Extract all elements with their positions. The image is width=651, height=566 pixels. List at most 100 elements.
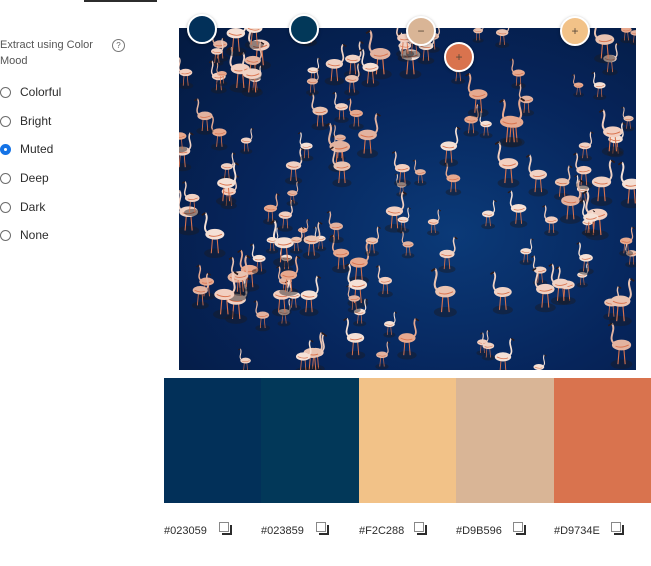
hex-code[interactable]: #F2C288 [359, 525, 404, 537]
flamingo [579, 199, 600, 237]
hex-code[interactable]: #D9734E [554, 525, 600, 537]
flamingo [494, 141, 520, 188]
flamingo [263, 193, 280, 225]
flamingo [391, 150, 411, 187]
mood-label: Dark [20, 200, 46, 214]
radio-bright[interactable] [0, 115, 11, 127]
color-picker-1[interactable] [187, 14, 217, 44]
flamingo [364, 226, 381, 257]
flamingo [590, 159, 616, 206]
flamingo [179, 57, 194, 90]
color-mood-title: Extract using Color Mood [0, 39, 93, 67]
flamingo [443, 162, 462, 196]
flamingo [494, 337, 515, 370]
flamingo [375, 341, 391, 370]
mood-label: Muted [20, 142, 54, 156]
hex-code[interactable]: #023859 [261, 525, 304, 537]
flamingo [571, 73, 584, 98]
flamingo [384, 191, 407, 233]
radio-dark[interactable] [0, 201, 11, 213]
flamingo [196, 264, 215, 301]
flamingo [598, 109, 624, 157]
flamingo [465, 72, 489, 118]
flamingo [249, 243, 267, 275]
color-swatch-1[interactable] [164, 378, 262, 503]
color-swatch-5[interactable] [554, 378, 651, 503]
mood-label: Deep [20, 171, 49, 185]
flamingo [332, 91, 349, 123]
flamingo [427, 209, 442, 236]
flamingo [553, 165, 573, 201]
flamingo [220, 152, 236, 182]
flamingo [201, 212, 226, 258]
color-picker-4[interactable]: + [444, 42, 474, 72]
radio-muted[interactable] [0, 143, 11, 155]
flamingo [347, 98, 364, 130]
flamingo [286, 181, 300, 207]
copy-icon[interactable] [513, 522, 526, 535]
flamingo [348, 241, 372, 285]
flamingo [179, 132, 188, 153]
flamingo [181, 181, 201, 217]
copy-icon[interactable] [611, 522, 624, 535]
flamingo [225, 28, 247, 57]
flamingo [525, 154, 549, 197]
color-swatch-4[interactable] [456, 378, 554, 503]
mood-option-none[interactable]: None [0, 227, 49, 243]
color-picker-3[interactable]: − [406, 16, 436, 46]
flamingo [240, 127, 254, 155]
flamingo [400, 231, 415, 259]
mood-option-muted[interactable]: Muted [0, 141, 53, 157]
flamingo [509, 58, 526, 89]
flamingo-flock-image [179, 28, 636, 370]
radio-none[interactable] [0, 229, 11, 241]
help-icon[interactable]: ? [112, 39, 125, 52]
flamingo [542, 205, 559, 237]
active-tab-indicator [84, 0, 157, 2]
mood-option-colorful[interactable]: Colorful [0, 84, 61, 100]
flamingo [375, 265, 393, 298]
mood-label: Bright [20, 114, 52, 128]
flamingo [326, 210, 344, 244]
flamingo [412, 159, 427, 186]
copy-icon[interactable] [316, 522, 329, 535]
color-picker-5[interactable]: + [560, 16, 590, 46]
flamingo [621, 106, 635, 132]
mood-label: Colorful [20, 85, 62, 99]
flamingo [365, 30, 392, 80]
flamingo [383, 311, 398, 338]
copy-icon[interactable] [219, 522, 232, 535]
flamingo [299, 275, 322, 317]
mood-option-bright[interactable]: Bright [0, 113, 51, 129]
hex-code[interactable]: #D9B596 [456, 525, 502, 537]
radio-deep[interactable] [0, 172, 11, 184]
radio-colorful[interactable] [0, 86, 11, 98]
flamingo [438, 236, 458, 273]
flamingo [617, 161, 636, 209]
copy-icon[interactable] [414, 522, 427, 535]
flamingo [609, 277, 635, 327]
hex-code[interactable]: #023059 [164, 525, 207, 537]
flamingo [209, 115, 228, 151]
flamingo [397, 318, 420, 360]
flamingo [507, 190, 528, 228]
color-picker-2[interactable] [289, 14, 319, 44]
flamingo [472, 28, 484, 43]
flamingo [533, 354, 547, 370]
flamingo [576, 263, 590, 288]
color-swatch-2[interactable] [261, 378, 359, 503]
mood-label: None [20, 228, 49, 242]
flamingo [439, 126, 461, 167]
flamingo [324, 43, 347, 86]
flamingo [607, 322, 633, 370]
flamingo [576, 242, 594, 275]
flamingo [238, 348, 251, 370]
flamingo [577, 131, 594, 162]
flamingo [481, 199, 497, 230]
flamingo [591, 71, 607, 100]
mood-option-deep[interactable]: Deep [0, 170, 49, 186]
mood-option-dark[interactable]: Dark [0, 199, 45, 215]
color-swatch-3[interactable] [359, 378, 457, 503]
source-photo[interactable] [179, 28, 636, 370]
flamingo [344, 63, 362, 96]
